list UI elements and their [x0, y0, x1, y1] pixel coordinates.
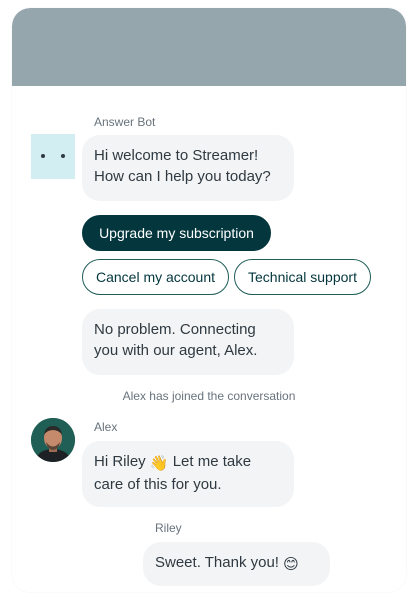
agent-sender-name: Alex: [94, 420, 118, 434]
bot-reply-bubble: No problem. Connecting you with our agen…: [82, 309, 294, 375]
agent-photo: [31, 418, 75, 462]
agent-message-rest: Let me take: [172, 453, 252, 470]
agent-message-greeting: Hi Riley: [94, 453, 146, 470]
system-message: Alex has joined the conversation: [122, 389, 296, 403]
bot-avatar-left-eye: [41, 154, 45, 158]
chat-header: [12, 8, 406, 86]
user-message-bubble: Sweet. Thank you! 😊: [143, 542, 330, 586]
quick-reply-cancel-account[interactable]: Cancel my account: [82, 259, 229, 295]
user-sender-name: Riley: [155, 521, 182, 535]
agent-avatar: [31, 418, 75, 462]
bot-greeting-bubble: Hi welcome to Streamer! How can I help y…: [82, 135, 294, 201]
bot-reply-line2: you with our agent, Alex.: [94, 342, 258, 359]
bot-greeting-line2: How can I help you today?: [94, 168, 271, 185]
agent-message-line2: care of this for you.: [94, 476, 222, 493]
agent-message-line1: Hi Riley 👋 Let me take: [94, 451, 282, 474]
bot-avatar: [31, 134, 75, 179]
agent-message-bubble: Hi Riley 👋 Let me take care of this for …: [82, 441, 294, 507]
bot-sender-name: Answer Bot: [94, 115, 156, 129]
quick-reply-technical-support[interactable]: Technical support: [234, 259, 371, 295]
chat-window: Answer Bot Hi welcome to Streamer! How c…: [12, 8, 406, 592]
bot-avatar-right-eye: [61, 154, 65, 158]
waving-hand-icon: 👋: [149, 455, 169, 472]
bot-greeting-line1: Hi welcome to Streamer!: [94, 147, 259, 164]
smiling-face-icon: 😊: [283, 556, 299, 573]
quick-reply-upgrade-subscription[interactable]: Upgrade my subscription: [82, 215, 271, 251]
bot-reply-line1: No problem. Connecting: [94, 321, 256, 338]
user-message-text: Sweet. Thank you!: [155, 554, 279, 571]
